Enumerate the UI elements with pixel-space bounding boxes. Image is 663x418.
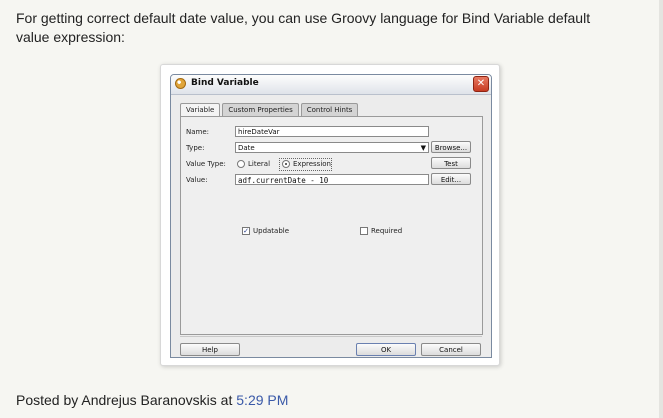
test-button[interactable]: Test — [431, 157, 471, 169]
post-intro-text: For getting correct default date value, … — [16, 10, 591, 45]
author-name: Andrejus Baranovskis — [81, 392, 217, 408]
name-input[interactable]: hireDateVar — [235, 126, 429, 137]
page-scrollbar[interactable] — [659, 0, 663, 418]
type-label: Type: — [186, 144, 205, 152]
edit-button[interactable]: Edit... — [431, 173, 471, 185]
literal-radio-label: Literal — [248, 160, 271, 168]
updatable-label: Updatable — [253, 227, 290, 235]
required-label: Required — [371, 227, 403, 235]
browse-button[interactable]: Browse... — [431, 141, 471, 153]
screenshot-frame: Bind Variable ✕ Variable Custom Properti… — [160, 64, 500, 366]
value-type-label: Value Type: — [186, 160, 226, 168]
dialog-tabs: Variable Custom Properties Control Hints — [180, 103, 359, 118]
value-input[interactable]: adf.currentDate - 10 — [235, 174, 429, 185]
tab-control-hints[interactable]: Control Hints — [300, 103, 359, 117]
dialog-titlebar: Bind Variable ✕ — [171, 75, 491, 95]
post-footer: Posted by Andrejus Baranovskis at 5:29 P… — [16, 392, 288, 408]
variable-panel: Name: hireDateVar Type: Date ▼ Browse...… — [180, 116, 483, 335]
cancel-button[interactable]: Cancel — [421, 343, 481, 356]
bind-variable-dialog: Bind Variable ✕ Variable Custom Properti… — [170, 74, 492, 358]
name-label: Name: — [186, 128, 210, 136]
type-select[interactable]: Date ▼ — [235, 142, 429, 153]
ok-button[interactable]: OK — [356, 343, 416, 356]
at-text: at — [216, 392, 237, 408]
help-button[interactable]: Help — [180, 343, 240, 356]
post-time-link[interactable]: 5:29 PM — [236, 392, 288, 408]
dialog-title: Bind Variable — [191, 78, 259, 88]
required-checkbox[interactable] — [360, 227, 368, 235]
jdeveloper-icon — [175, 78, 186, 89]
expression-radio[interactable] — [282, 160, 290, 168]
updatable-checkbox[interactable]: ✓ — [242, 227, 250, 235]
close-button[interactable]: ✕ — [473, 76, 489, 92]
posted-by-text: Posted by — [16, 392, 82, 408]
value-label: Value: — [186, 176, 208, 184]
chevron-down-icon: ▼ — [420, 144, 426, 152]
literal-radio[interactable] — [237, 160, 245, 168]
type-select-value: Date — [238, 144, 255, 152]
footer-divider — [180, 336, 482, 337]
tab-custom-properties[interactable]: Custom Properties — [222, 103, 299, 117]
expression-radio-label: Expression — [293, 160, 331, 168]
